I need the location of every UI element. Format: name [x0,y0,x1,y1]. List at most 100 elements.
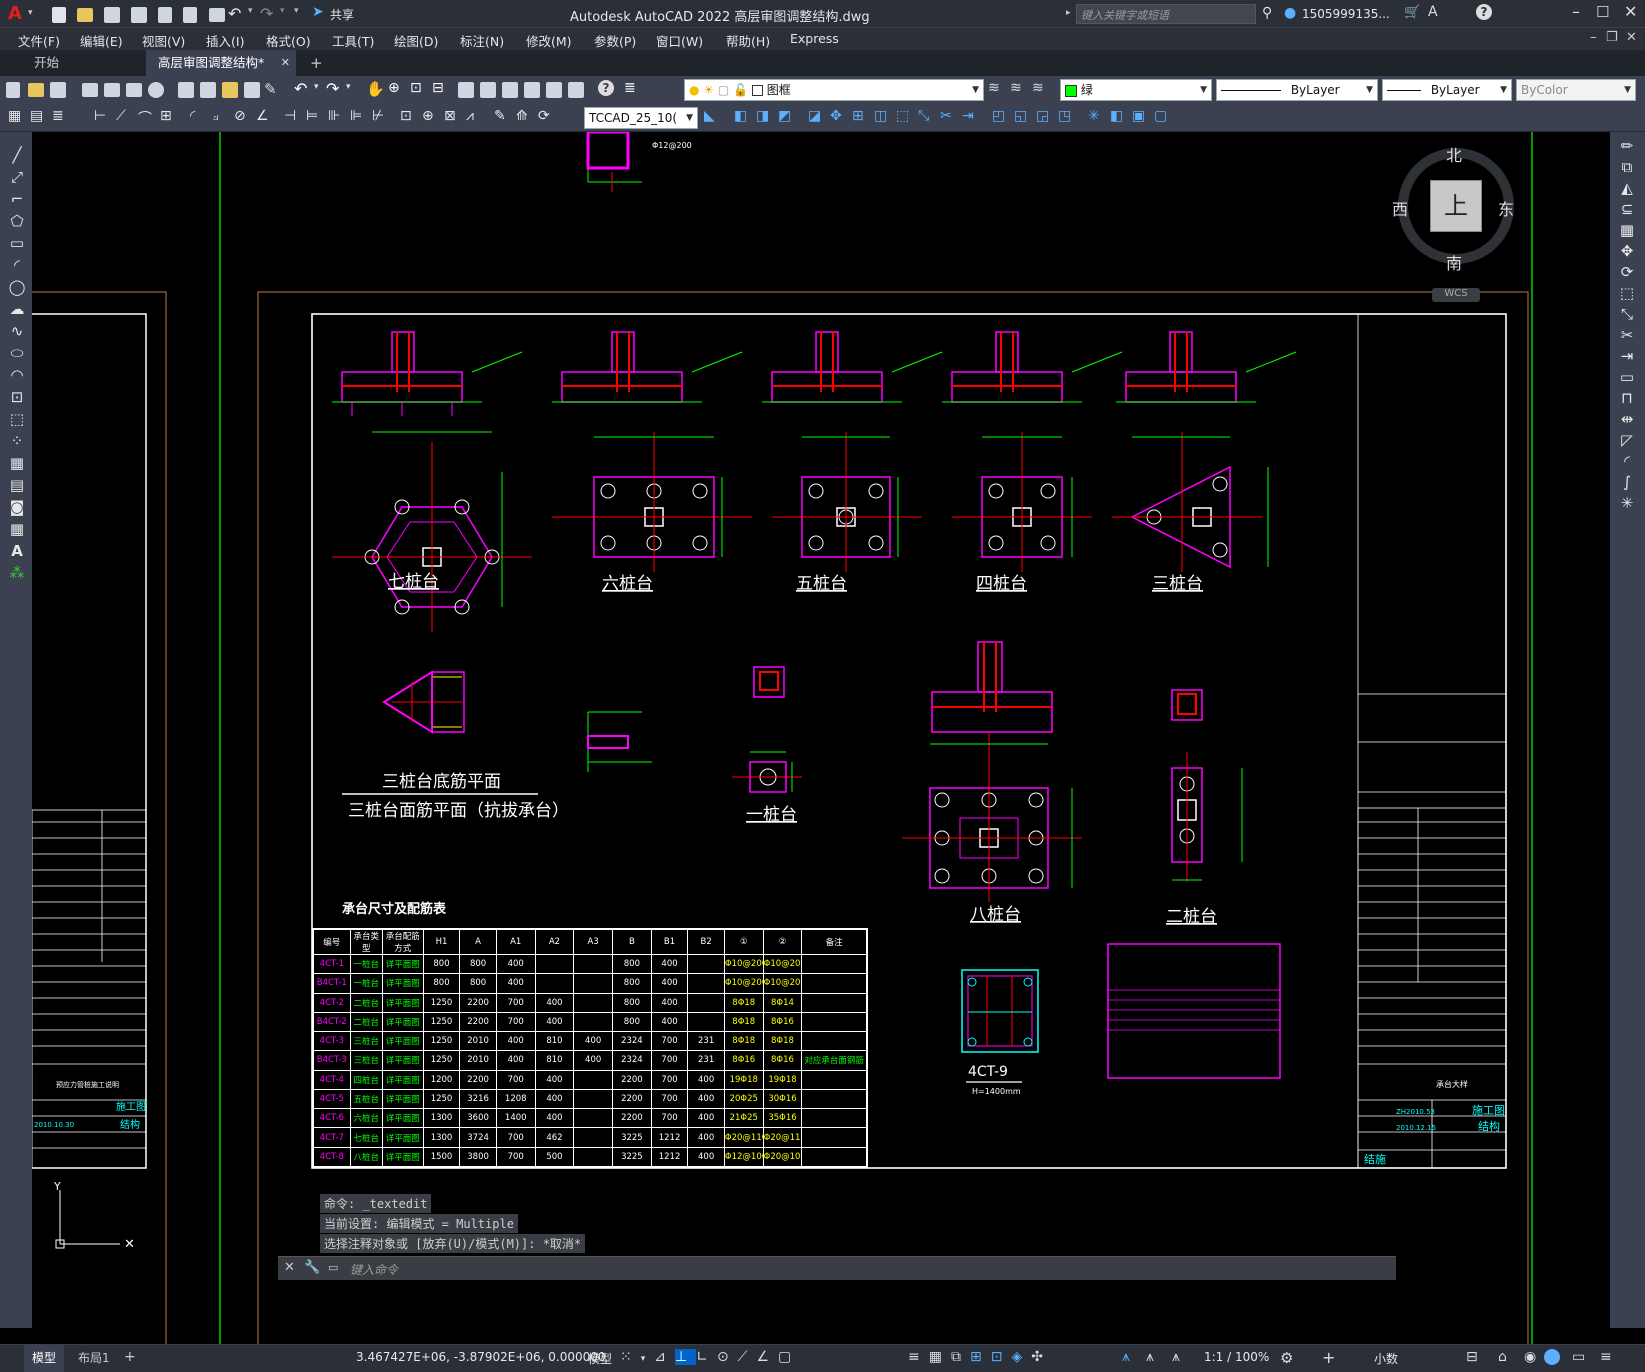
block-edit-icon[interactable]: ▤ [30,108,43,124]
quick-properties-icon[interactable]: ⊟ [1466,1349,1478,1365]
customize-qat-icon[interactable]: ▾ [294,6,299,16]
group-icon[interactable]: ▣ [1132,108,1145,124]
circle-icon[interactable]: ◯ [6,276,28,298]
save-web-icon[interactable] [183,6,198,23]
color-dropdown[interactable]: 绿 ▼ [1060,79,1212,101]
center-mark-icon[interactable]: ⊕ [422,108,434,124]
publish-icon[interactable] [126,83,142,97]
array-icon[interactable]: ✥ [830,108,842,124]
viewcube-east[interactable]: 东 [1498,196,1514,220]
grid-icon[interactable]: ⁙ [620,1349,641,1365]
fillet-icon[interactable]: ◜ [1616,451,1638,472]
construction-line-icon[interactable]: ⤢ [6,166,28,188]
region-icon[interactable]: ◙ [6,496,28,518]
save-icon[interactable] [104,6,121,23]
dynamic-input-icon[interactable]: ⊥ [675,1349,697,1365]
3d-osnap-icon[interactable]: ⊞ [970,1349,991,1365]
zoom-realtime-icon[interactable]: ⊕ [388,80,400,96]
share-label[interactable]: 共享 [330,6,354,23]
tab-document[interactable]: 高层审图调整结构* ✕ [146,50,296,76]
menu-dimension[interactable]: 标注(N) [460,31,504,50]
cut-icon[interactable] [178,82,194,98]
break-point-icon[interactable]: ▭ [1616,367,1638,388]
viewcube-west[interactable]: 西 [1392,196,1408,220]
help-icon[interactable]: ? [1476,4,1492,20]
layer-dropdown[interactable]: ● ☀ ▢ 🔓 图框 ▼ [684,79,984,101]
break-icon[interactable]: ◰ [992,108,1005,124]
extend-icon[interactable]: ⇥ [962,108,974,124]
annotation-scale[interactable]: 1:1 / 100% [1204,1350,1269,1364]
array-icon[interactable]: ▦ [1616,220,1638,241]
layer-walk-icon[interactable]: ≣ [52,108,64,124]
open-icon[interactable] [28,83,44,97]
plot-icon[interactable] [208,7,225,22]
ellipse-icon[interactable]: ⬭ [6,342,28,364]
units-button[interactable]: 小数 [1374,1350,1398,1367]
dim-space-icon[interactable]: ⊫ [350,108,362,124]
chamfer-icon[interactable]: ◲ [1036,108,1049,124]
erase-icon[interactable]: ✏ [1616,136,1638,157]
model-tab[interactable]: 模型 [24,1345,65,1372]
dim-aligned-icon[interactable]: ⟋ [116,108,126,124]
menu-help[interactable]: 帮助(H) [726,31,770,50]
menu-modify[interactable]: 修改(M) [526,31,572,50]
scale-icon[interactable]: ⬚ [1616,283,1638,304]
3d-print-icon[interactable] [148,82,164,98]
layer-lock-icon[interactable]: 🔓 [733,83,748,97]
arc-icon[interactable]: ◜ [6,254,28,276]
dim-quick-icon[interactable]: ⊣ [284,108,296,124]
isodraft-icon[interactable]: ⟋ [738,1349,757,1365]
annotation-scale-icon[interactable]: ⩚ [1172,1349,1180,1365]
annotation-monitor-icon[interactable]: + [1322,1348,1335,1367]
revision-cloud-icon[interactable]: ☁ [6,298,28,320]
offset-icon[interactable]: ⊆ [1616,199,1638,220]
add-selected-icon[interactable]: ⁂ [6,562,28,584]
zoom-window-icon[interactable]: ⊡ [410,80,422,96]
workspace-gear-icon[interactable]: ⚙ [1280,1349,1293,1367]
menu-format[interactable]: 格式(O) [266,31,311,50]
maximize-icon[interactable]: ☐ [1596,3,1609,21]
copy-object-icon[interactable]: ◨ [756,108,769,124]
undo-chevron-icon[interactable]: ▾ [248,6,253,16]
search-expand-icon[interactable]: ▸ [1066,8,1071,18]
paste-special-icon[interactable] [244,82,260,98]
wcs-menu[interactable]: WCS [1432,288,1480,302]
menu-file[interactable]: 文件(F) [18,31,60,50]
layout1-tab[interactable]: 布局1 [70,1345,118,1372]
minimize-icon[interactable]: – [1572,2,1580,21]
pan-icon[interactable]: ✋ [366,80,385,98]
undo-icon[interactable]: ↶ [294,79,307,98]
open-icon[interactable] [77,7,94,22]
command-input[interactable]: 键入命令 [350,1261,1390,1279]
menu-draw[interactable]: 绘图(D) [394,31,438,50]
cart-icon[interactable]: 🛒 [1404,5,1420,20]
annotation-visibility-icon[interactable]: ⩚ [1122,1349,1130,1365]
chamfer-icon[interactable]: ◸ [1616,430,1638,451]
explode-icon[interactable]: ✳ [1088,108,1100,124]
clean-screen-icon[interactable]: ▭ [1572,1349,1585,1365]
viewcube-top[interactable]: 上 [1430,180,1482,232]
inspect-icon[interactable]: ⊠ [444,108,456,124]
textstyle-dropdown[interactable]: TCCAD_25_10( ▼ [584,107,698,129]
annotation-autoscale-icon[interactable]: ⩚ [1146,1349,1154,1365]
redo-icon[interactable]: ↷ [260,4,273,23]
markup-icon[interactable] [546,82,562,98]
dim-baseline-icon[interactable]: ⊨ [306,108,318,124]
add-layout-icon[interactable]: + [124,1349,136,1365]
layer-thaw-icon[interactable]: ☀ [703,83,714,97]
make-block-icon[interactable]: ⬚ [6,408,28,430]
layer-on-icon[interactable]: ● [689,83,699,97]
mirror-icon[interactable]: ◩ [778,108,791,124]
layer-properties-icon[interactable]: ≣ [624,80,636,96]
lineweight-dropdown[interactable]: ByLayer ▼ [1382,79,1512,101]
customization-icon[interactable]: ≡ [1600,1349,1612,1365]
dim-arc-icon[interactable]: ⌒ [138,108,152,128]
design-center-icon[interactable] [480,82,496,98]
menu-insert[interactable]: 插入(I) [206,31,244,50]
calculator-icon[interactable] [568,82,584,98]
move-icon[interactable]: ⊞ [852,108,864,124]
stretch-icon[interactable]: ⤡ [918,108,929,124]
join-icon[interactable]: ◱ [1014,108,1027,124]
selection-cycling-icon[interactable]: ⧉ [951,1349,970,1365]
plotstyle-dropdown[interactable]: ByColor ▼ [1516,79,1636,101]
